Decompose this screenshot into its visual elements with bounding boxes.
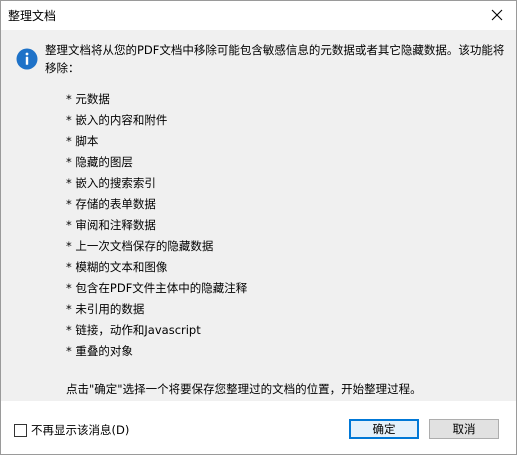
removal-list: * 元数据 * 嵌入的内容和附件 * 脚本 * 隐藏的图层 * 嵌入的搜索索引 … <box>66 89 247 362</box>
info-icon <box>16 48 38 70</box>
list-item: * 未引用的数据 <box>66 302 145 316</box>
list-item: * 嵌入的内容和附件 <box>66 113 168 127</box>
list-item: * 存储的表单数据 <box>66 197 156 211</box>
list-item: * 元数据 <box>66 92 110 106</box>
description-text: 整理文档将从您的PDF文档中移除可能包含敏感信息的元数据或者其它隐藏数据。该功能… <box>45 43 505 75</box>
cleanup-dialog: 整理文档 整理文档将从您的PDF文档中移除可能包含敏感信息的元数据或者其它隐藏数… <box>0 0 517 455</box>
list-item: * 模糊的文本和图像 <box>66 260 168 274</box>
dont-show-again-checkbox[interactable]: 不再显示该消息(D) <box>14 422 129 438</box>
close-icon <box>491 9 503 21</box>
checkbox-box[interactable] <box>14 423 27 437</box>
close-button[interactable] <box>482 3 512 27</box>
list-item: * 隐藏的图层 <box>66 155 133 169</box>
instruction-text: 点击"确定"选择一个将要保存您整理过的文档的位置，开始整理过程。 <box>66 382 422 396</box>
cancel-button[interactable]: 取消 <box>429 419 499 439</box>
title-bar[interactable]: 整理文档 <box>1 1 516 30</box>
list-item: * 包含在PDF文件主体中的隐藏注释 <box>66 281 248 295</box>
ok-button[interactable]: 确定 <box>349 419 419 439</box>
dialog-title: 整理文档 <box>8 9 57 23</box>
list-item: * 重叠的对象 <box>66 344 133 358</box>
list-item: * 脚本 <box>66 134 99 148</box>
list-item: * 嵌入的搜索索引 <box>66 176 156 190</box>
list-item: * 审阅和注释数据 <box>66 218 156 232</box>
checkbox-label: 不再显示该消息(D) <box>31 423 130 437</box>
button-bar: 不再显示该消息(D) 确定 取消 <box>1 401 516 454</box>
list-item: * 链接，动作和Javascript <box>66 323 201 337</box>
dialog-content: 整理文档将从您的PDF文档中移除可能包含敏感信息的元数据或者其它隐藏数据。该功能… <box>1 30 516 401</box>
list-item: * 上一次文档保存的隐藏数据 <box>66 239 214 253</box>
